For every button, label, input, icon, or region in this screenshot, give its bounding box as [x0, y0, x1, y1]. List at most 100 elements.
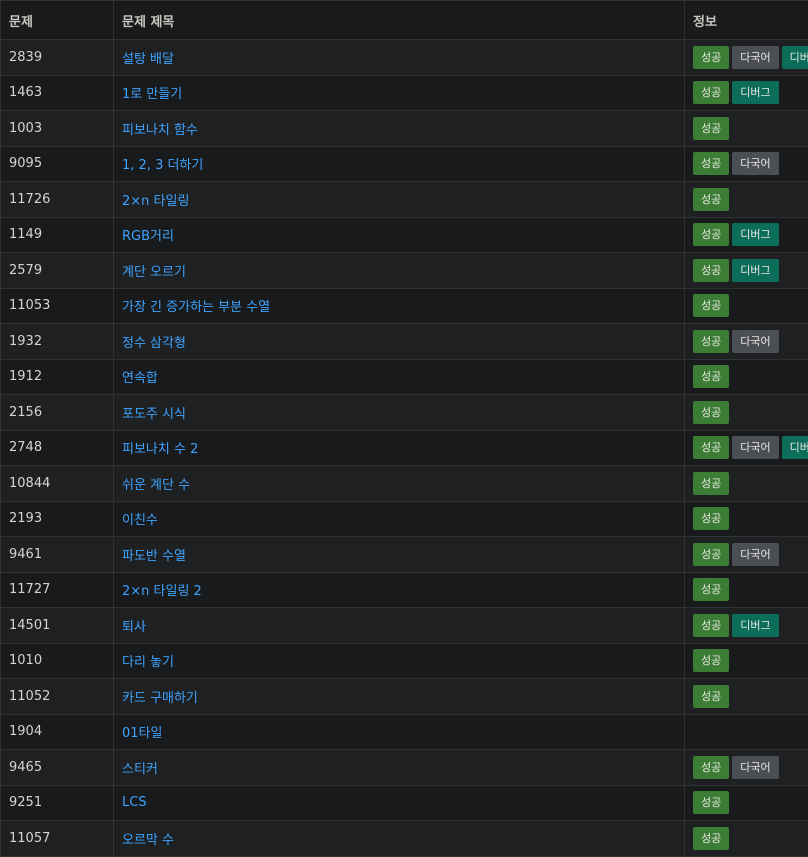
- problem-title-cell: LCS: [114, 785, 685, 821]
- problem-title-link[interactable]: LCS: [122, 795, 147, 810]
- problem-info-cell: 성공: [685, 182, 808, 218]
- problem-title-link[interactable]: 스티커: [122, 762, 158, 777]
- problem-id: 11726: [1, 182, 114, 218]
- table-row: 2748 피보나치 수 2 성공다국어디버그: [1, 430, 808, 466]
- problem-info-cell: 성공다국어: [685, 537, 808, 573]
- table-header-row: 문제 문제 제목 정보: [1, 1, 808, 40]
- problem-info-cell: 성공: [685, 359, 808, 395]
- success-badge[interactable]: 성공: [693, 685, 729, 708]
- problem-title-link[interactable]: 쉬운 계단 수: [122, 478, 190, 493]
- problem-title-cell: 퇴사: [114, 608, 685, 644]
- problem-title-link[interactable]: 연속합: [122, 371, 158, 386]
- multi-badge[interactable]: 다국어: [732, 152, 778, 175]
- multi-badge[interactable]: 다국어: [732, 436, 778, 459]
- problem-title-cell: 설탕 배달: [114, 40, 685, 76]
- problem-title-link[interactable]: 오르막 수: [122, 833, 174, 848]
- problem-title-cell: RGB거리: [114, 217, 685, 253]
- success-badge[interactable]: 성공: [693, 401, 729, 424]
- success-badge[interactable]: 성공: [693, 472, 729, 495]
- problem-title-link[interactable]: 가장 긴 증가하는 부분 수열: [122, 300, 270, 315]
- problem-info-cell: 성공디버그: [685, 253, 808, 289]
- problem-title-link[interactable]: RGB거리: [122, 229, 174, 244]
- debug-badge[interactable]: 디버그: [732, 259, 778, 282]
- table-row: 190401타일: [1, 714, 808, 750]
- success-badge[interactable]: 성공: [693, 436, 729, 459]
- problem-id: 11727: [1, 572, 114, 608]
- success-badge[interactable]: 성공: [693, 152, 729, 175]
- problem-title-link[interactable]: 1, 2, 3 더하기: [122, 158, 203, 173]
- problem-title-link[interactable]: 다리 놓기: [122, 655, 174, 670]
- header-title: 문제 제목: [114, 1, 685, 40]
- problem-info-cell: [685, 714, 808, 750]
- success-badge[interactable]: 성공: [693, 756, 729, 779]
- debug-badge[interactable]: 디버그: [732, 614, 778, 637]
- debug-badge[interactable]: 디버그: [782, 436, 808, 459]
- problem-title-link[interactable]: 1로 만들기: [122, 87, 182, 102]
- problem-title-link[interactable]: 2×n 타일링: [122, 194, 189, 209]
- success-badge[interactable]: 성공: [693, 117, 729, 140]
- success-badge[interactable]: 성공: [693, 649, 729, 672]
- success-badge[interactable]: 성공: [693, 223, 729, 246]
- success-badge[interactable]: 성공: [693, 507, 729, 530]
- problem-id: 11053: [1, 288, 114, 324]
- table-body: 2839설탕 배달성공다국어디버그14631로 만들기성공디버그1003피보나치…: [1, 40, 808, 857]
- problem-title-link[interactable]: 설탕 배달: [122, 52, 174, 67]
- problem-info-cell: 성공: [685, 785, 808, 821]
- table-row: 14501퇴사성공디버그: [1, 608, 808, 644]
- success-badge[interactable]: 성공: [693, 81, 729, 104]
- problem-title-link[interactable]: 계단 오르기: [122, 265, 186, 280]
- success-badge[interactable]: 성공: [693, 294, 729, 317]
- problem-title-link[interactable]: 이친수: [122, 513, 158, 528]
- table-row: 11052카드 구매하기성공: [1, 679, 808, 715]
- problem-info-cell: 성공: [685, 643, 808, 679]
- debug-badge[interactable]: 디버그: [732, 81, 778, 104]
- problem-info-cell: 성공다국어: [685, 750, 808, 786]
- problem-title-cell: 포도주 시식: [114, 395, 685, 431]
- problem-id: 9095: [1, 146, 114, 182]
- success-badge[interactable]: 성공: [693, 578, 729, 601]
- problem-title-link[interactable]: 피보나치 수 2: [122, 442, 198, 457]
- debug-badge[interactable]: 디버그: [782, 46, 808, 69]
- multi-badge[interactable]: 다국어: [732, 756, 778, 779]
- table-row: 11727 2×n 타일링 2 성공: [1, 572, 808, 608]
- problem-id: 9251: [1, 785, 114, 821]
- success-badge[interactable]: 성공: [693, 614, 729, 637]
- success-badge[interactable]: 성공: [693, 365, 729, 388]
- success-badge[interactable]: 성공: [693, 543, 729, 566]
- problem-info-cell: 성공다국어: [685, 324, 808, 360]
- problem-info-cell: 성공다국어디버그: [685, 430, 808, 466]
- problem-title-link[interactable]: 파도반 수열: [122, 549, 186, 564]
- problem-id: 2748: [1, 430, 114, 466]
- debug-badge[interactable]: 디버그: [732, 223, 778, 246]
- problem-info-cell: 성공: [685, 501, 808, 537]
- problem-title-link[interactable]: 퇴사: [122, 620, 146, 635]
- problem-title-link[interactable]: 카드 구매하기: [122, 691, 198, 706]
- problem-info-cell: 성공다국어: [685, 146, 808, 182]
- problem-title-link[interactable]: 포도주 시식: [122, 407, 186, 422]
- problem-title-cell: 연속합: [114, 359, 685, 395]
- problem-title-cell: 1로 만들기: [114, 75, 685, 111]
- success-badge[interactable]: 성공: [693, 791, 729, 814]
- success-badge[interactable]: 성공: [693, 827, 729, 850]
- problem-title-cell: 피보나치 함수: [114, 111, 685, 147]
- multi-badge[interactable]: 다국어: [732, 543, 778, 566]
- problem-table: 문제 문제 제목 정보 2839설탕 배달성공다국어디버그14631로 만들기성…: [0, 0, 808, 857]
- table-row: 2156포도주 시식성공: [1, 395, 808, 431]
- problem-title-link[interactable]: 피보나치 함수: [122, 123, 198, 138]
- problem-title-cell: 오르막 수: [114, 821, 685, 857]
- problem-title-cell: 쉬운 계단 수: [114, 466, 685, 502]
- success-badge[interactable]: 성공: [693, 259, 729, 282]
- problem-title-cell: 가장 긴 증가하는 부분 수열: [114, 288, 685, 324]
- problem-id: 1010: [1, 643, 114, 679]
- problem-id: 1932: [1, 324, 114, 360]
- problem-info-cell: 성공: [685, 111, 808, 147]
- multi-badge[interactable]: 다국어: [732, 330, 778, 353]
- success-badge[interactable]: 성공: [693, 330, 729, 353]
- success-badge[interactable]: 성공: [693, 188, 729, 211]
- problem-title-link[interactable]: 2×n 타일링 2: [122, 584, 202, 599]
- problem-title-link[interactable]: 01타일: [122, 726, 162, 741]
- problem-id: 1463: [1, 75, 114, 111]
- problem-title-link[interactable]: 정수 삼각형: [122, 336, 186, 351]
- success-badge[interactable]: 성공: [693, 46, 729, 69]
- multi-badge[interactable]: 다국어: [732, 46, 778, 69]
